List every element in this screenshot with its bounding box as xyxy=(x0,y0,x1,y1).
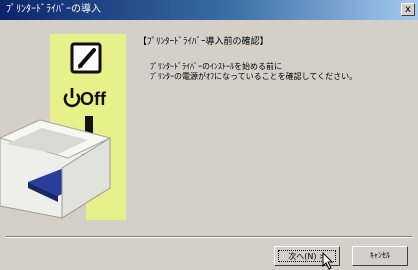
button-divider xyxy=(6,236,412,238)
mouse-cursor-icon xyxy=(322,252,334,270)
instruction-text: ﾌﾟﾘﾝﾀｰﾄﾞﾗｲﾊﾞｰのｲﾝｽﾄｰﾙを始める前に ﾌﾟﾘﾝﾀｰの電源がｵﾌに… xyxy=(150,62,357,82)
instruction-line-1: ﾌﾟﾘﾝﾀｰﾄﾞﾗｲﾊﾞｰのｲﾝｽﾄｰﾙを始める前に xyxy=(150,62,282,71)
installer-dialog: ﾌﾟﾘﾝﾀｰﾄﾞﾗｲﾊﾞｰの導入 x Off 【ﾌﾟﾘﾝﾀｰﾄﾞﾗｲﾊﾞｰ導入前… xyxy=(0,0,418,270)
printer-off-illustration: Off xyxy=(0,20,126,220)
instruction-line-2: ﾌﾟﾘﾝﾀｰの電源がｵﾌになっていることを確認してください。 xyxy=(150,72,358,81)
cancel-button[interactable]: ｷｬﾝｾﾙ xyxy=(352,246,408,266)
close-button[interactable]: x xyxy=(401,3,415,16)
window-title: ﾌﾟﾘﾝﾀｰﾄﾞﾗｲﾊﾞｰの導入 xyxy=(6,4,101,15)
checkbox-pencil-icon xyxy=(70,42,102,74)
title-bar[interactable]: ﾌﾟﾘﾝﾀｰﾄﾞﾗｲﾊﾞｰの導入 x xyxy=(0,0,418,20)
confirmation-heading: 【ﾌﾟﾘﾝﾀｰﾄﾞﾗｲﾊﾞｰ導入前の確認】 xyxy=(138,37,269,47)
off-label: Off xyxy=(80,89,107,109)
illustration-canvas: Off xyxy=(0,34,126,220)
